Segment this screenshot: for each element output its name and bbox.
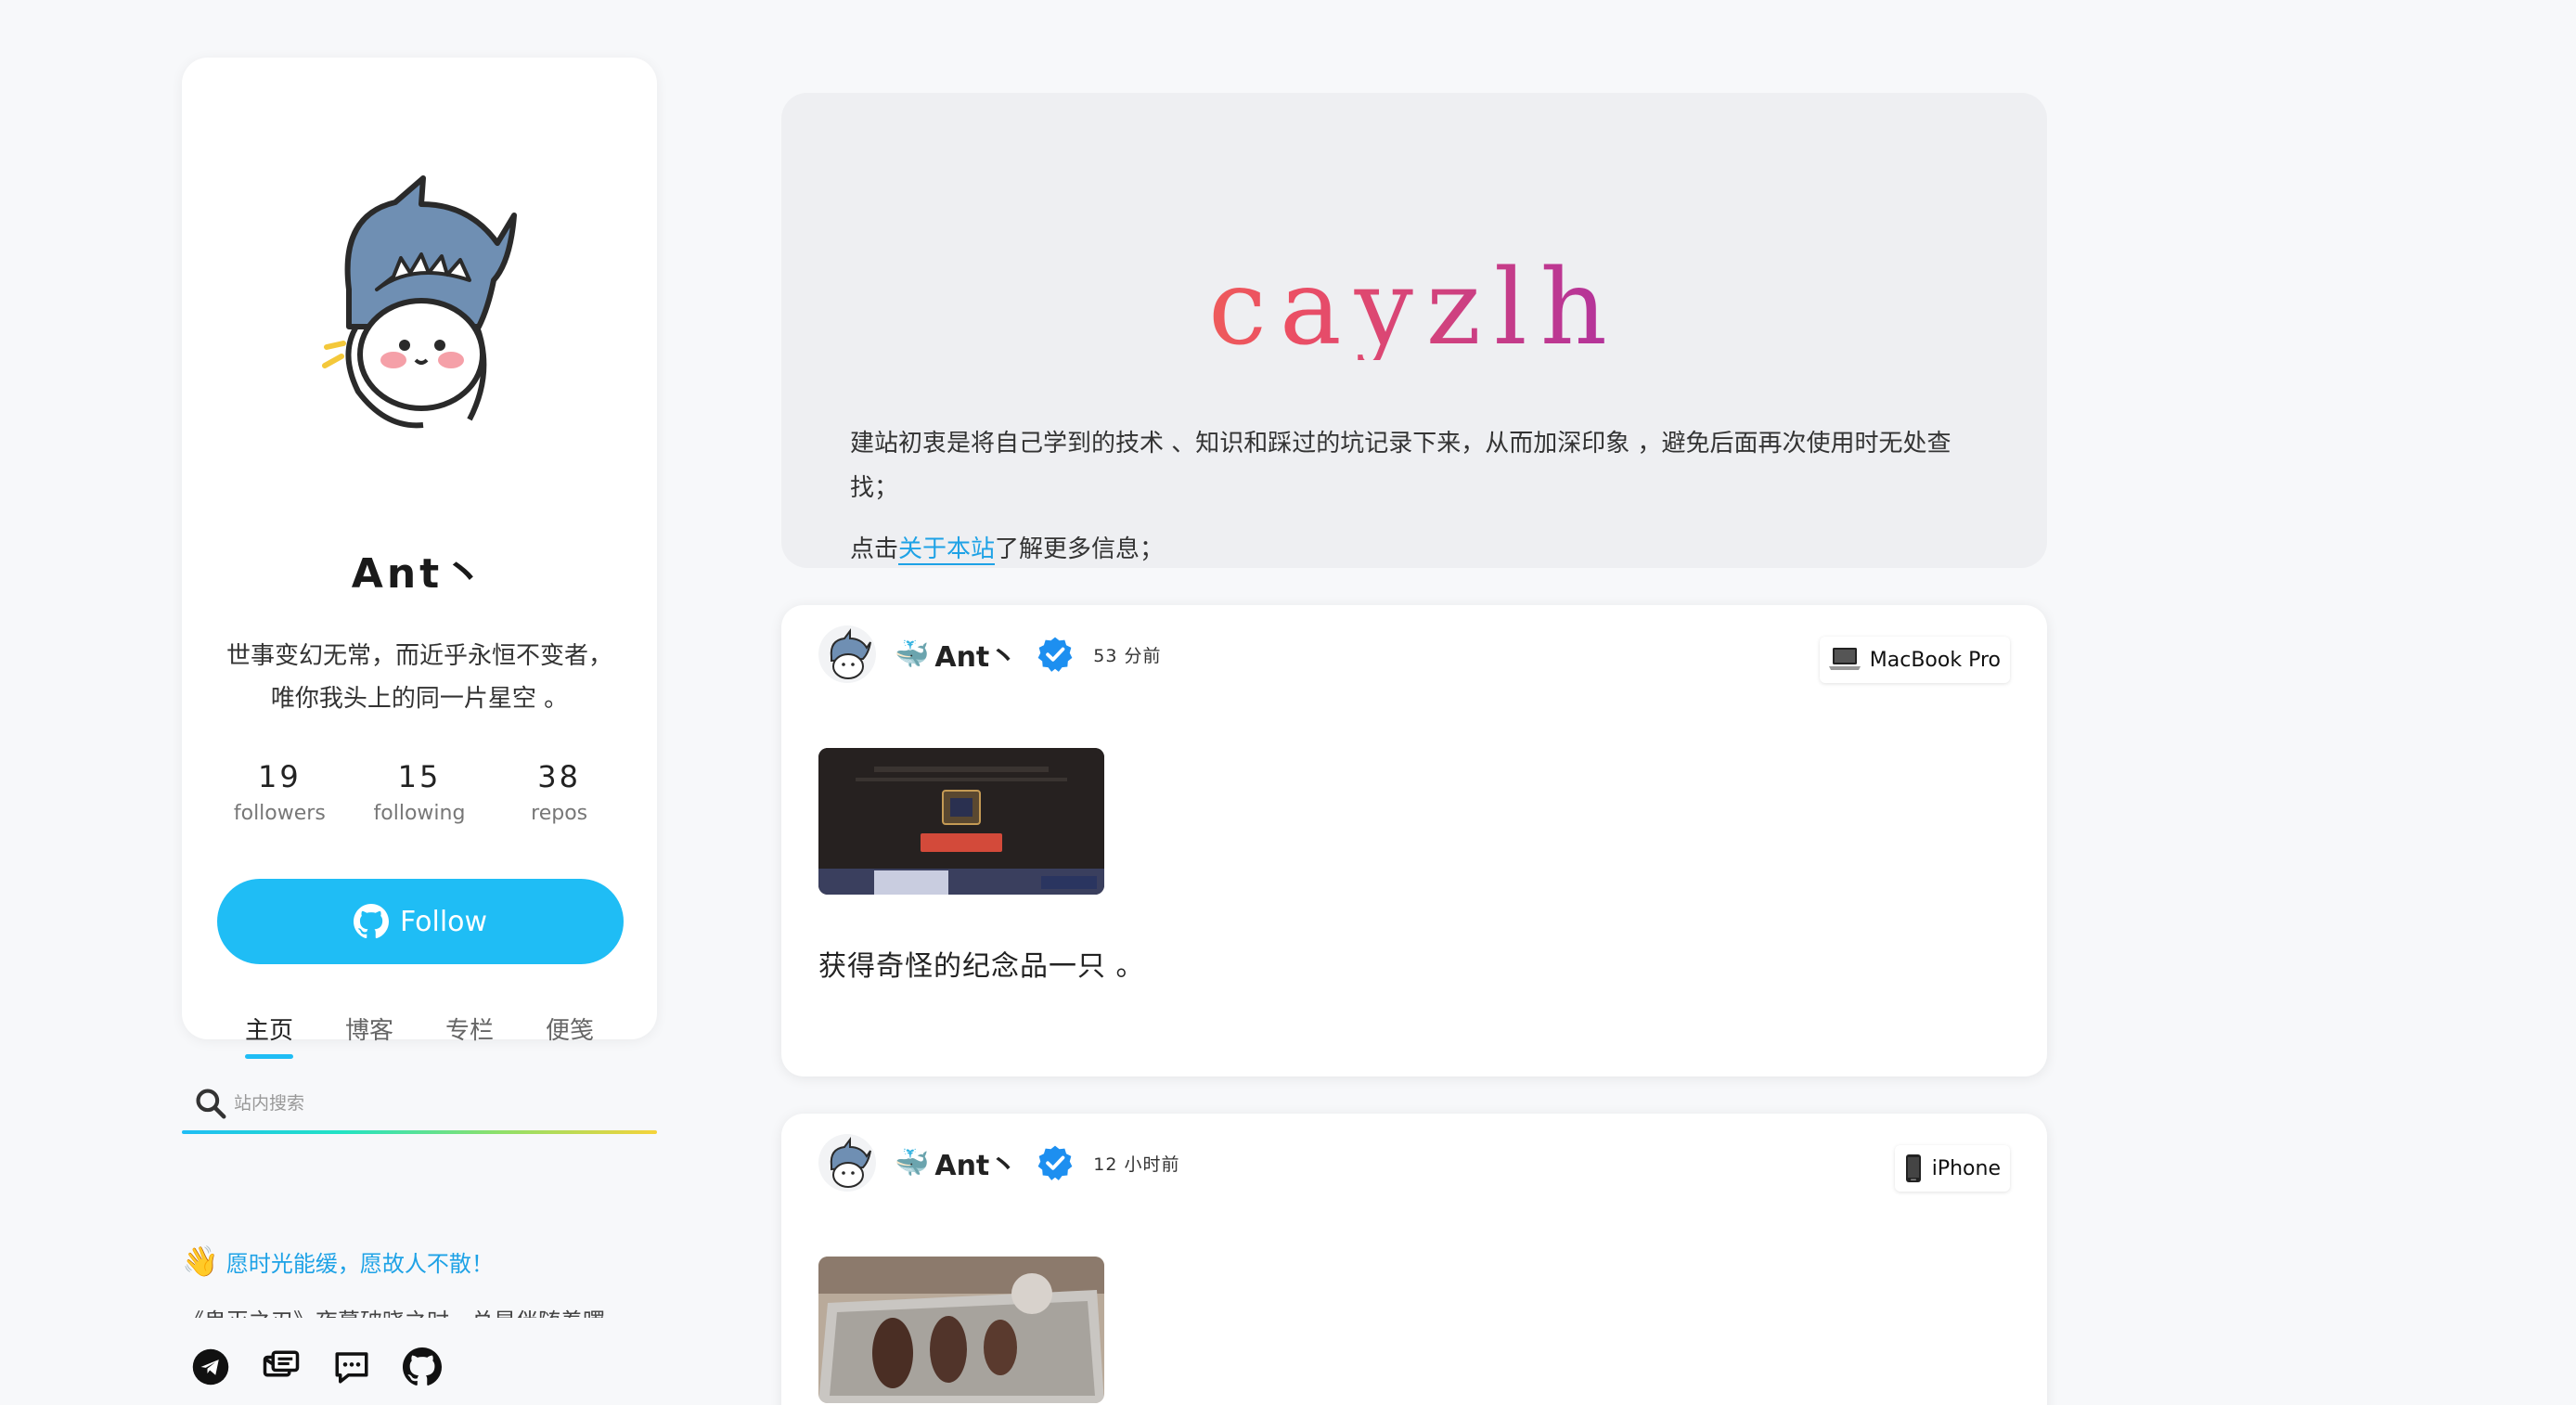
site-title: cayzlh [781,256,2047,360]
stat-label: repos [531,802,588,825]
verified-badge-icon [1037,1145,1073,1180]
tab-notes[interactable]: 便笺 [546,1012,594,1059]
post-image[interactable] [818,748,1104,895]
follow-button[interactable]: Follow [217,879,624,964]
post-card: 🐳 Ant丶 12 小时前 iPhone [781,1114,2047,1405]
whale-icon: 🐳 [895,1146,930,1179]
post-author[interactable]: 🐳 Ant丶 [895,1142,1017,1183]
device-name: iPhone [1931,1156,2001,1180]
search-underline [182,1130,657,1134]
device-badge: iPhone [1894,1145,2010,1192]
site-header-card: cayzlh 建站初衷是将自己学到的技术 、知识和踩过的坑记录下来，从而加深印象… [781,93,2047,568]
quote-text: 愿时光能缓，愿故人不散！ [225,1250,494,1277]
stat-number: 15 [397,759,442,794]
profile-card: Ant丶 世事变幻无常，而近乎永恒不变者， 唯你我头上的同一片星空 。 19 f… [182,58,657,1059]
telegram-icon[interactable] [191,1347,230,1386]
github-icon[interactable] [403,1347,442,1386]
bio-line-2: 唯你我头上的同一片星空 。 [270,685,569,713]
post-author[interactable]: 🐳 Ant丶 [895,634,1017,675]
post-header: 🐳 Ant丶 53 分前 [818,625,1162,683]
chat-icon[interactable] [332,1347,371,1386]
avatar[interactable] [818,625,876,683]
food-photo-image [818,1257,1104,1403]
stat-repos[interactable]: 38 repos [495,759,625,825]
post-author-name: Ant丶 [934,641,1018,674]
post-header: 🐳 Ant丶 12 小时前 [818,1134,1180,1192]
post-author-name: Ant丶 [934,1150,1018,1182]
stat-following[interactable]: 15 following [354,759,484,825]
device-badge: MacBook Pro [1819,637,2010,683]
about-suffix: 了解更多信息； [995,535,1165,563]
quote: 👋 愿时光能缓，愿故人不散！ [182,1244,494,1279]
post-time: 53 分前 [1093,645,1162,666]
shark-avatar-icon [830,1137,871,1188]
shark-avatar-icon [830,628,871,679]
about-link[interactable]: 关于本站 [898,535,996,565]
github-icon [353,904,389,939]
profile-nav: 主页 博客 专栏 便笺 [219,1012,620,1059]
stat-followers[interactable]: 19 followers [214,759,344,825]
laptop-icon [1828,648,1861,670]
shark-avatar-icon [322,175,517,429]
post-text: 获得奇怪的纪念品一只 。 [818,950,1145,983]
stat-number: 38 [537,759,581,794]
mail-icon[interactable] [262,1347,301,1386]
whale-icon: 🐳 [895,638,930,671]
search-icon[interactable] [193,1086,228,1121]
post-card: 🐳 Ant丶 53 分前 MacBook Pro 获得奇怪的纪念品一只 。 [781,605,2047,1076]
profile-name: Ant丶 [351,550,488,598]
stat-number: 19 [257,759,302,794]
avatar[interactable] [818,1134,876,1192]
phone-icon [1905,1154,1921,1182]
site-description: 建站初衷是将自己学到的技术 、知识和踩过的坑记录下来，从而加深印象 ，避免后面再… [850,430,1951,502]
verified-badge-icon [1037,637,1073,672]
search-input[interactable] [234,1084,642,1123]
about-prefix: 点击 [850,535,899,563]
tab-blog[interactable]: 博客 [345,1012,393,1059]
social-links [191,1347,442,1386]
stat-label: following [373,802,466,825]
stat-label: followers [233,802,326,825]
game-screenshot-image [818,748,1104,895]
wave-hand-icon: 👋 [182,1244,219,1279]
device-name: MacBook Pro [1869,648,2001,672]
quote-subtext: 《鬼灭之刃》夜幕破晓之时，总是伴随着曙 [182,1299,657,1318]
profile-stats: 19 followers 15 following 38 repos [210,759,629,825]
profile-bio: 世事变幻无常，而近乎永恒不变者， 唯你我头上的同一片星空 。 [210,635,629,720]
tab-column[interactable]: 专栏 [445,1012,494,1059]
post-time: 12 小时前 [1093,1154,1180,1175]
bio-line-1: 世事变幻无常，而近乎永恒不变者， [225,642,612,670]
post-image[interactable] [818,1257,1104,1403]
site-search [182,1076,657,1134]
tab-home[interactable]: 主页 [244,1012,294,1059]
site-about-line: 点击关于本站了解更多信息； [850,527,1164,572]
follow-label: Follow [399,905,488,938]
